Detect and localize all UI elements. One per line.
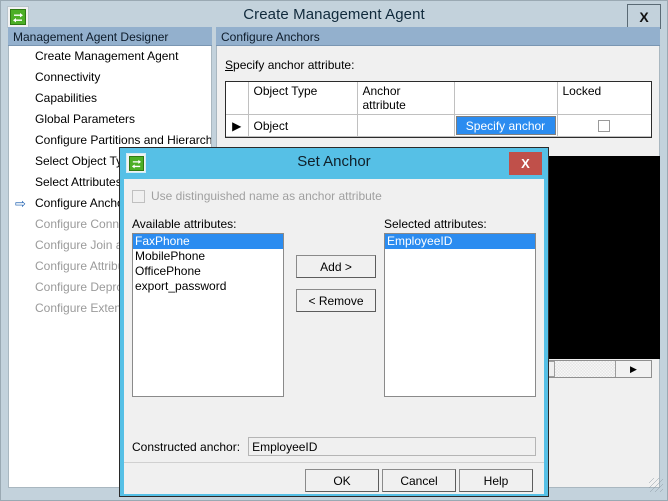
specify-anchor-button[interactable]: Specify anchor [455,116,556,135]
page-title: Create Management Agent [243,6,425,23]
available-attributes-list[interactable]: FaxPhone MobilePhone OfficePhone export_pas… [132,233,284,397]
constructed-anchor-label: Constructed anchor: [132,439,241,454]
selected-attributes-label: Selected attributes: [384,217,487,231]
column-header-anchor-attribute: Anchor attribute [357,82,455,115]
left-pane-header: Management Agent Designer [8,27,212,46]
set-anchor-dialog: Set Anchor X Use distinguished name as a… [119,147,549,497]
table-row[interactable]: ▶ Object Specify anchor [226,114,651,137]
sidebar-item-create-management-agent[interactable]: Create Management Agent [9,46,211,67]
dialog-title-bar: Set Anchor X [120,148,548,179]
column-header-action [454,82,558,115]
dialog-body: Use distinguished name as anchor attribu… [124,179,544,462]
selected-attributes-list[interactable]: EmployeeID [384,233,536,397]
column-header-marker [226,82,249,115]
sidebar-item-label: Global Parameters [35,112,136,126]
cell-action: Specify anchor [454,114,558,137]
cell-anchor-attribute [357,114,455,137]
sidebar-item-capabilities[interactable]: Capabilities [9,88,211,109]
constructed-anchor-row: Constructed anchor: EmployeeID [132,437,536,456]
specify-label-rest: pecify anchor attribute: [233,58,355,72]
right-pane-header: Configure Anchors [216,27,660,46]
cancel-button[interactable]: Cancel [382,469,456,492]
sidebar-item-label: Capabilities [35,91,98,105]
available-attributes-label: Available attributes: [132,217,237,231]
column-header-locked: Locked [557,82,651,115]
anchor-attr-line1: Anchor [362,84,401,98]
row-marker-icon: ▶ [226,114,249,137]
locked-checkbox[interactable] [598,120,611,133]
use-distinguished-name-checkbox-row: Use distinguished name as anchor attribu… [132,189,382,203]
constructed-anchor-field: EmployeeID [248,437,536,456]
scroll-right-arrow-icon[interactable]: ▶ [615,361,651,377]
list-item[interactable]: OfficePhone [133,264,283,279]
add-button[interactable]: Add > [296,255,376,278]
resize-grip[interactable] [649,478,663,492]
specify-accel-letter: S [225,58,234,72]
dialog-close-button[interactable]: X [509,152,542,175]
list-item[interactable]: export_password [133,279,283,294]
sidebar-item-label: Create Management Agent [35,49,179,63]
sidebar-item-global-parameters[interactable]: Global Parameters [9,109,211,130]
current-step-arrow-icon: ⇨ [15,196,26,211]
ok-button[interactable]: OK [305,469,379,492]
list-item[interactable]: EmployeeID [385,234,535,249]
cell-object-type: Object [248,114,358,137]
column-header-object-type: Object Type [248,82,358,115]
dialog-footer: OK Cancel Help [124,462,544,494]
cell-locked [557,114,651,137]
create-management-agent-window: Create Management Agent X Management Age… [0,0,668,501]
table-header-row: Object Type Anchor attribute Locked [226,82,651,115]
use-distinguished-name-label: Use distinguished name as anchor attribu… [151,189,382,203]
close-button[interactable]: X [627,4,661,29]
list-item[interactable]: FaxPhone [133,234,283,249]
sidebar-item-label: Connectivity [35,70,101,84]
list-item[interactable]: MobilePhone [133,249,283,264]
remove-button[interactable]: < Remove [296,289,376,312]
use-distinguished-name-checkbox [132,189,145,203]
specify-anchor-attribute-label: Specify anchor attribute: [225,58,354,72]
sidebar-item-label: Configure Partitions and Hierarchies [35,133,212,147]
sidebar-item-label: Select Attributes [35,175,122,189]
dialog-title: Set Anchor [297,153,371,170]
sidebar-item-connectivity[interactable]: Connectivity [9,67,211,88]
scrollbar-track[interactable] [555,361,615,377]
anchor-table: Object Type Anchor attribute Locked ▶ Ob… [225,81,652,138]
dialog-help-button[interactable]: Help [459,469,533,492]
anchor-attr-line2: attribute [362,98,406,112]
